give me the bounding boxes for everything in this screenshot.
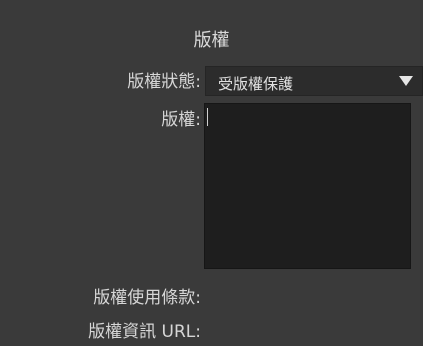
copyright-textarea[interactable] — [204, 103, 411, 269]
usage-terms-label: 版權使用條款: — [93, 288, 201, 308]
copyright-panel: 版權 版權狀態: 受版權保護 版權: 版權使用條款: 版權資訊 URL: — [0, 0, 423, 346]
copyright-status-select[interactable]: 受版權保護 — [205, 66, 423, 96]
text-caret — [207, 108, 208, 126]
panel-title: 版權 — [193, 30, 230, 51]
triangle-down-icon — [399, 76, 413, 86]
copyright-status-label: 版權狀態: — [127, 72, 201, 92]
copyright-status-value: 受版權保護 — [218, 75, 294, 93]
copyright-info-url-label: 版權資訊 URL: — [88, 322, 201, 342]
copyright-label: 版權: — [161, 110, 201, 130]
